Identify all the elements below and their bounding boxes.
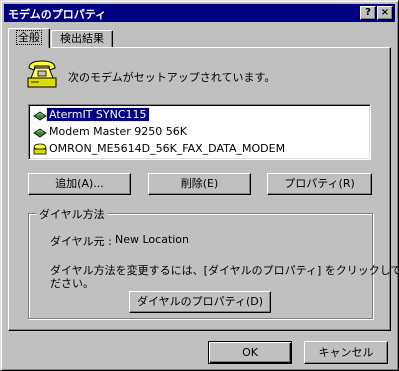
list-item[interactable]: AtermIT SYNC115 xyxy=(31,107,150,123)
ok-button-label: OK xyxy=(242,346,258,359)
remove-button-label: 削除(E) xyxy=(180,177,219,190)
tab-general-label: 全般 xyxy=(16,30,42,45)
help-button[interactable]: ? xyxy=(360,6,376,20)
list-item[interactable]: Modem Master 9250 56K xyxy=(31,124,189,140)
dialing-properties-button[interactable]: ダイヤルのプロパティ(D) xyxy=(129,291,271,313)
tab-general[interactable]: 全般 xyxy=(8,28,50,48)
telephone-modem-icon xyxy=(27,60,57,88)
add-button[interactable]: 追加(A)... xyxy=(28,173,131,195)
modem-name: AtermIT SYNC115 xyxy=(46,107,150,122)
modem-name: OMRON_ME5614D_56K_FAX_DATA_MODEM xyxy=(49,142,286,155)
close-button[interactable]: × xyxy=(377,6,393,20)
modem-name: Modem Master 9250 56K xyxy=(49,125,187,138)
intro-text: 次のモデムがセットアップされています。 xyxy=(68,71,276,84)
list-item[interactable]: OMRON_ME5614D_56K_FAX_DATA_MODEM xyxy=(31,141,287,157)
title-bar[interactable]: モデムのプロパティ ? × xyxy=(4,4,395,22)
cancel-button[interactable]: キャンセル xyxy=(304,341,388,364)
telephone-modem-icon xyxy=(33,143,47,155)
remove-button[interactable]: 削除(E) xyxy=(148,173,251,195)
properties-button-label: プロパティ(R) xyxy=(284,177,355,190)
ok-button[interactable]: OK xyxy=(208,341,292,364)
modem-list[interactable]: AtermIT SYNC115 Modem Master 9250 56K OM… xyxy=(28,104,371,160)
add-button-label: 追加(A)... xyxy=(55,177,104,190)
dialing-help-text-line1: ダイヤル方法を変更するには、[ダイヤルのプロパティ] をクリックしてく xyxy=(50,264,399,277)
dialing-origin-value: New Location xyxy=(115,233,190,246)
modem-icon xyxy=(33,128,47,138)
dialing-origin-label: ダイヤル元 : xyxy=(50,235,112,248)
tab-detection-results-label: 検出結果 xyxy=(60,32,104,45)
dialing-help-text-line2: ださい。 xyxy=(50,277,94,290)
modem-properties-dialog: モデムのプロパティ ? × 全般 検出結果 次のモデムがセットアップされています… xyxy=(0,0,399,371)
tab-detection-results[interactable]: 検出結果 xyxy=(51,30,113,48)
dialing-properties-button-label: ダイヤルのプロパティ(D) xyxy=(136,295,264,308)
properties-button[interactable]: プロパティ(R) xyxy=(267,173,372,195)
dialing-method-group-title: ダイヤル方法 xyxy=(36,206,108,222)
modem-icon xyxy=(33,111,47,121)
window-title: モデムのプロパティ xyxy=(8,8,107,21)
cancel-button-label: キャンセル xyxy=(318,346,374,359)
